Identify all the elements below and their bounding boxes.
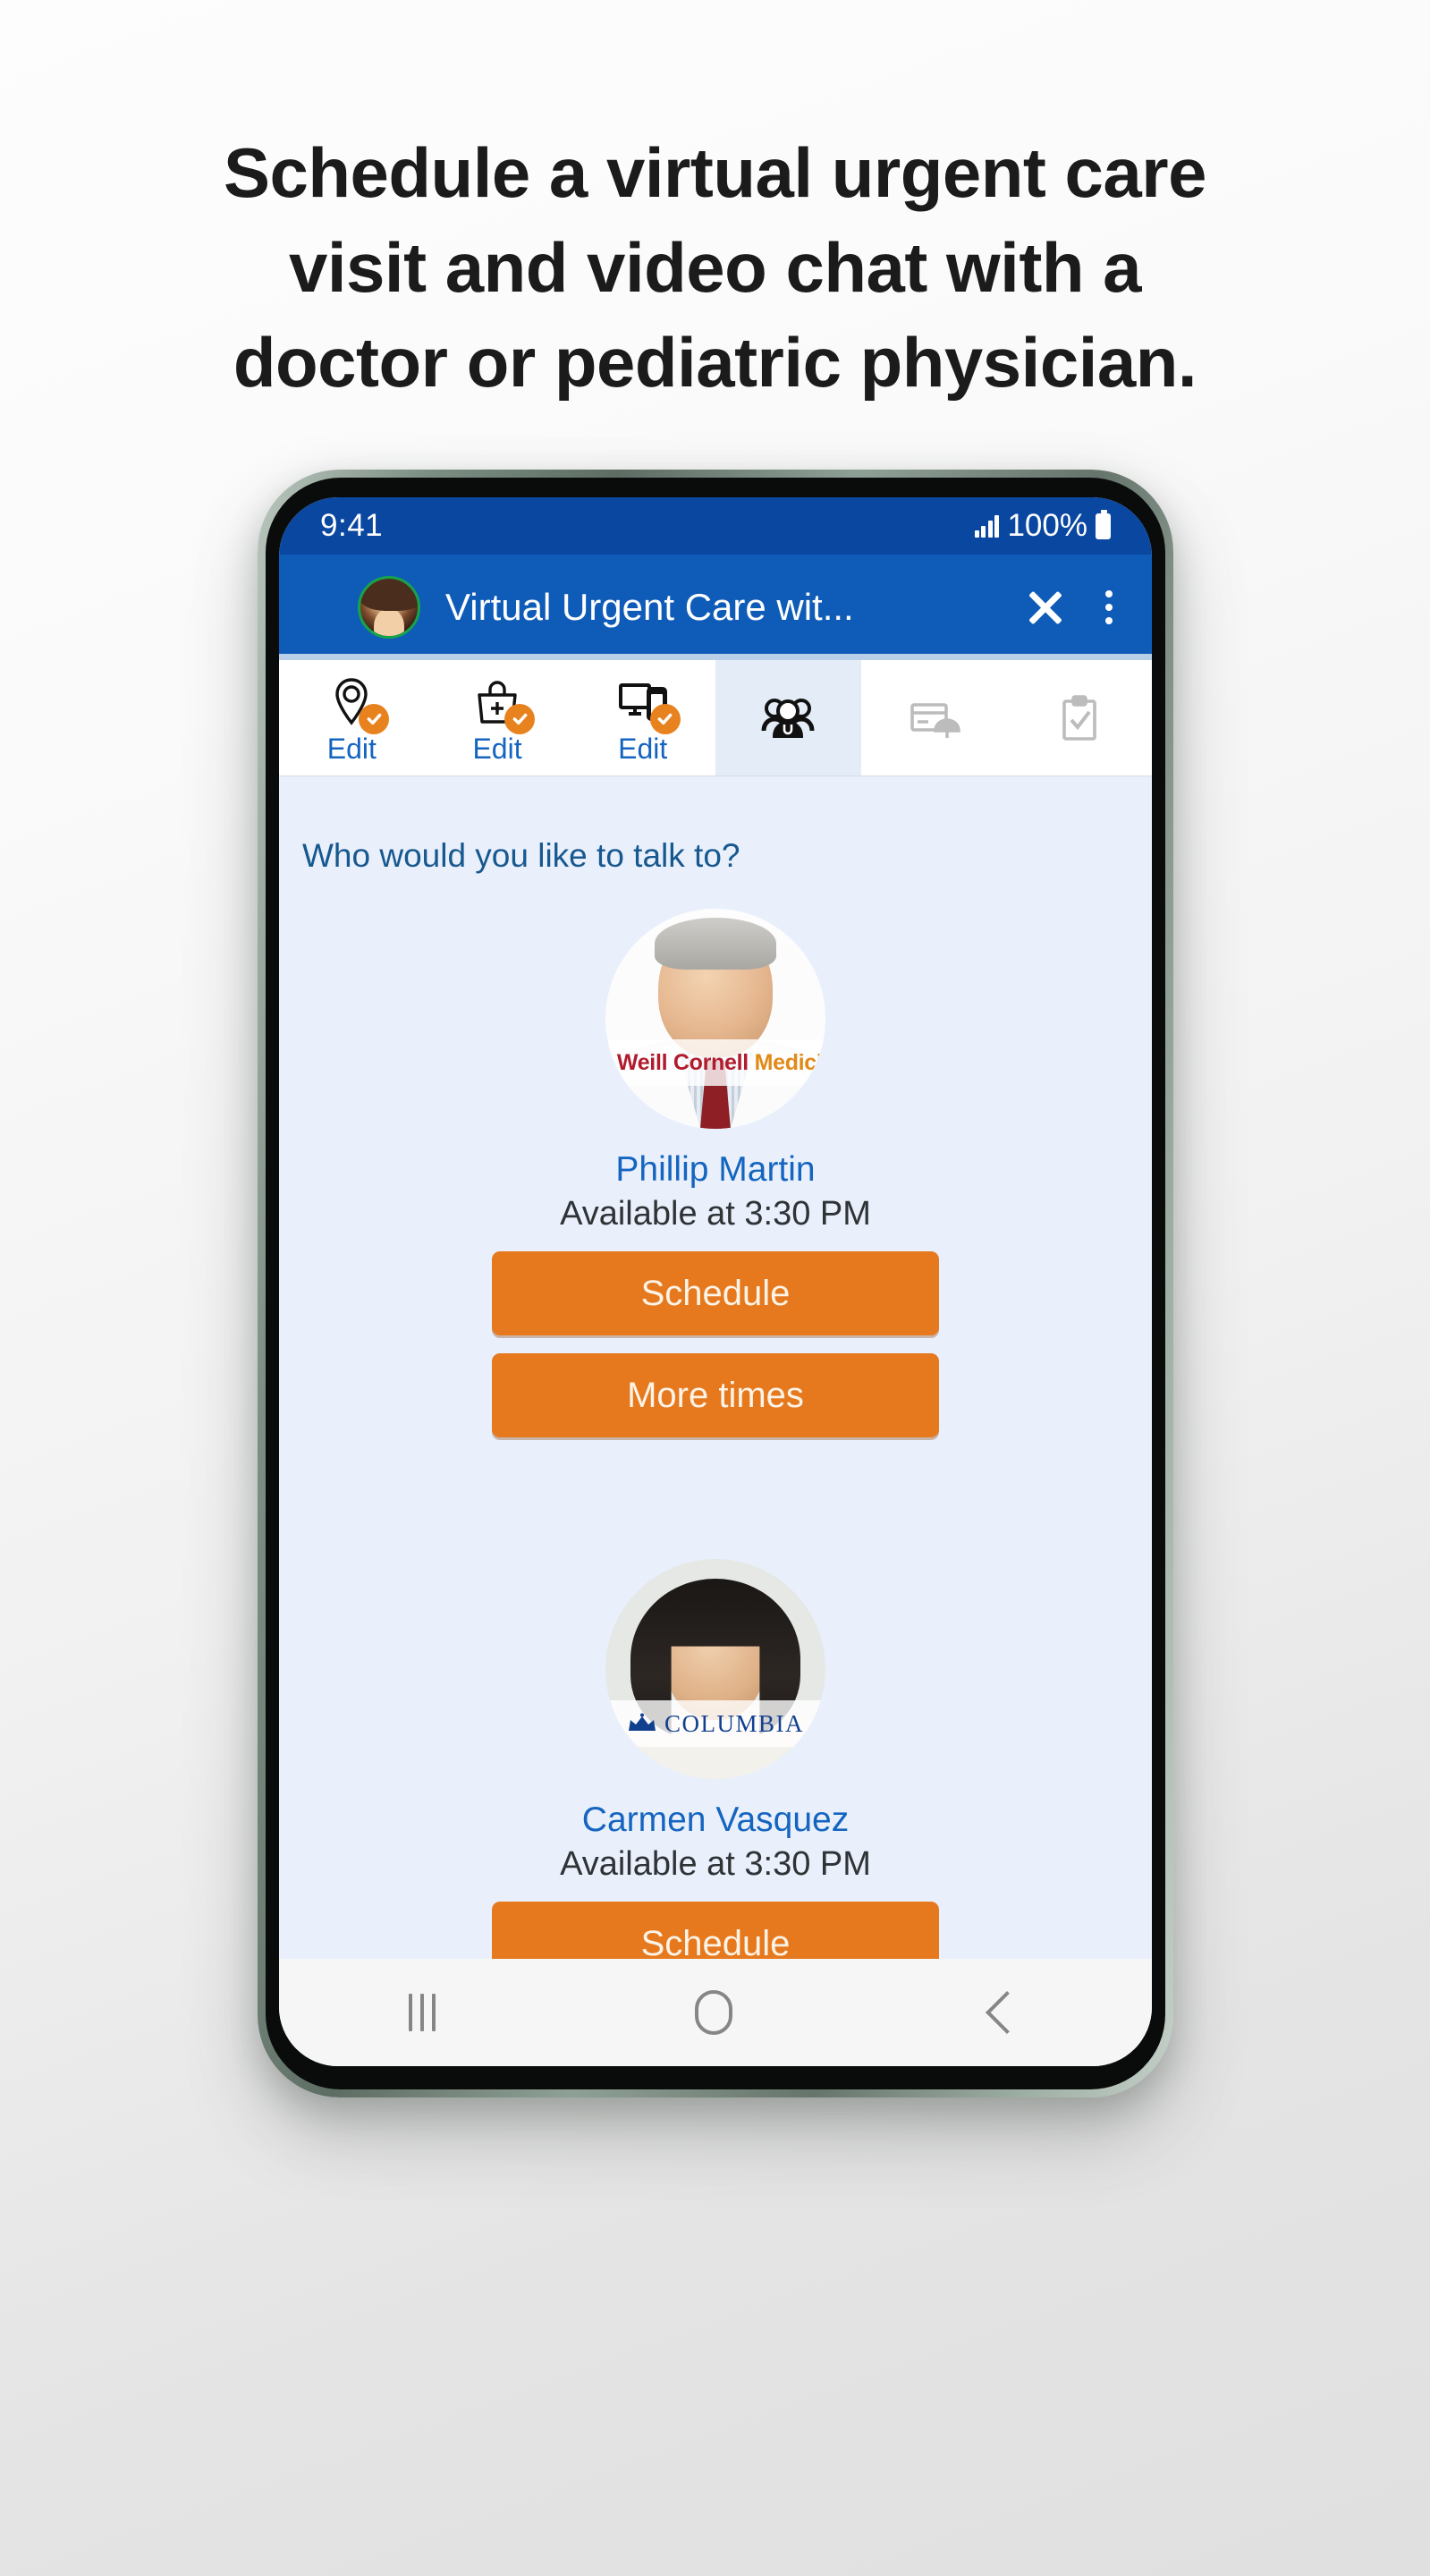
tab-medical-bag[interactable]: Edit [425, 660, 571, 775]
devices-icon [614, 674, 681, 734]
provider-card-phillip-martin: Weill Cornell Medicine Phillip Martin Av… [279, 909, 1152, 1437]
recent-apps-icon[interactable] [409, 1994, 436, 2031]
headline-line-3: doctor or pediatric physician. [233, 323, 1197, 402]
check-badge-icon [504, 703, 535, 734]
tab-location[interactable]: Edit [279, 660, 425, 775]
medical-bag-icon [469, 674, 535, 734]
android-nav-bar [279, 1959, 1152, 2066]
content-area: Who would you like to talk to? Weill Cor… [279, 776, 1152, 1959]
signal-bars-icon [974, 514, 1000, 538]
people-icon [759, 690, 817, 747]
affiliation-badge-weill-cornell: Weill Cornell Medicine [605, 1039, 825, 1086]
tab-devices[interactable]: Edit [570, 660, 715, 775]
page-title: Virtual Urgent Care wit... [445, 586, 854, 628]
overflow-menu-icon[interactable] [1089, 580, 1129, 635]
affiliation-badge-columbia: COLUMBIA [605, 1700, 825, 1747]
avatar [358, 576, 420, 639]
close-icon[interactable] [1018, 580, 1073, 635]
battery-percent: 100% [1007, 508, 1087, 543]
schedule-button[interactable]: Schedule [492, 1251, 939, 1335]
phone-screen: 9:41 100% Virtual Urgent Care wit... Edi… [279, 497, 1152, 2066]
check-badge-icon [649, 703, 681, 734]
more-times-button[interactable]: More times [492, 1353, 939, 1437]
provider-card-carmen-vasquez: COLUMBIA Carmen Vasquez Available at 3:3… [279, 1559, 1152, 1959]
status-bar: 9:41 100% [279, 497, 1152, 555]
tab-people[interactable] [715, 660, 861, 775]
tab-insurance[interactable] [861, 660, 1007, 775]
phone-bezel: 9:41 100% Virtual Urgent Care wit... Edi… [266, 478, 1165, 2089]
location-pin-icon [323, 674, 390, 734]
provider-name[interactable]: Carmen Vasquez [279, 1801, 1152, 1840]
battery-full-icon [1096, 509, 1111, 539]
provider-photo: Weill Cornell Medicine [605, 909, 825, 1129]
page-headline: Schedule a virtual urgent care visit and… [0, 125, 1430, 410]
provider-name[interactable]: Phillip Martin [279, 1150, 1152, 1190]
home-icon[interactable] [695, 1990, 732, 2035]
app-header: Virtual Urgent Care wit... [279, 555, 1152, 660]
check-badge-icon [359, 703, 390, 734]
headline-line-2: visit and video chat with a [288, 228, 1142, 308]
weill-cornell-crest-icon [605, 1049, 610, 1076]
tab-medical-bag-label: Edit [472, 732, 522, 765]
insurance-card-icon [905, 690, 962, 747]
columbia-crown-icon [627, 1713, 657, 1734]
phone-mockup: 9:41 100% Virtual Urgent Care wit... Edi… [258, 470, 1173, 2097]
affiliation-label: COLUMBIA [664, 1709, 804, 1737]
tab-clipboard[interactable] [1006, 660, 1152, 775]
tab-devices-label: Edit [618, 732, 668, 765]
tab-location-label: Edit [326, 732, 377, 765]
status-time: 9:41 [320, 508, 384, 543]
affiliation-label: Weill Cornell Medicine [617, 1050, 825, 1076]
provider-availability: Available at 3:30 PM [560, 1195, 871, 1233]
tab-strip: Edit Edit Edit [279, 654, 1152, 776]
provider-photo: COLUMBIA [605, 1559, 825, 1779]
schedule-button[interactable]: Schedule [492, 1902, 939, 1959]
affiliation-label-part1: Weill Cornell [616, 1049, 755, 1075]
affiliation-label-part2: Medicine [754, 1049, 825, 1075]
provider-availability: Available at 3:30 PM [560, 1845, 871, 1883]
back-icon[interactable] [985, 1990, 1029, 2035]
clipboard-check-icon [1051, 690, 1108, 747]
headline-line-1: Schedule a virtual urgent care [223, 133, 1207, 212]
status-indicators: 100% [974, 508, 1111, 544]
question-title: Who would you like to talk to? [302, 837, 740, 874]
